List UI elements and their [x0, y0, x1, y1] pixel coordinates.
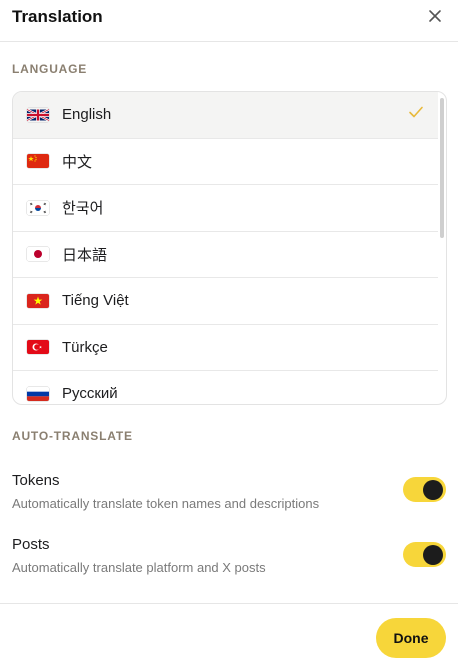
check-icon [408, 105, 424, 124]
language-label: English [62, 106, 112, 124]
posts-setting-description: Automatically translate platform and X p… [12, 560, 266, 575]
footer-divider [0, 603, 458, 604]
language-item-chinese[interactable]: 中文 [13, 139, 438, 185]
tokens-setting-title: Tokens [12, 472, 60, 489]
language-scrollbar[interactable] [438, 92, 446, 404]
language-item-japanese[interactable]: 日本語 [13, 232, 438, 278]
done-button[interactable]: Done [376, 618, 446, 658]
language-item-russian[interactable]: Русский [13, 371, 438, 404]
china-flag-icon [27, 154, 49, 169]
turkey-flag-icon [27, 340, 49, 355]
dialog-header: Translation [0, 0, 458, 42]
russia-flag-icon [27, 386, 49, 401]
auto-translate-section-label: AUTO-TRANSLATE [12, 429, 133, 443]
tokens-toggle[interactable] [403, 477, 446, 502]
language-label: 한국어 [62, 200, 104, 218]
dialog-title: Translation [12, 7, 103, 26]
language-list[interactable]: English 中文 한국어 日本語 Tiếng Việt Türkçe Рус… [12, 91, 447, 405]
scrollbar-thumb[interactable] [440, 98, 444, 238]
language-item-korean[interactable]: 한국어 [13, 185, 438, 232]
posts-setting-title: Posts [12, 536, 50, 553]
language-section-label: LANGUAGE [12, 62, 88, 76]
posts-toggle[interactable] [403, 542, 446, 567]
toggle-knob [423, 479, 443, 500]
tokens-setting-description: Automatically translate token names and … [12, 496, 320, 511]
uk-flag-icon [27, 108, 49, 122]
toggle-knob [423, 544, 443, 565]
language-item-english[interactable]: English [13, 92, 438, 139]
language-label: Türkçe [62, 338, 108, 356]
language-label: Русский [62, 385, 118, 403]
language-item-vietnamese[interactable]: Tiếng Việt [13, 278, 438, 325]
language-item-turkish[interactable]: Türkçe [13, 325, 438, 371]
language-label: 日本語 [62, 246, 108, 264]
vietnam-flag-icon [27, 293, 49, 308]
language-label: Tiếng Việt [62, 292, 129, 310]
japan-flag-icon [27, 247, 49, 262]
close-icon[interactable] [426, 7, 444, 25]
language-label: 中文 [62, 153, 93, 171]
korea-flag-icon [27, 200, 49, 215]
